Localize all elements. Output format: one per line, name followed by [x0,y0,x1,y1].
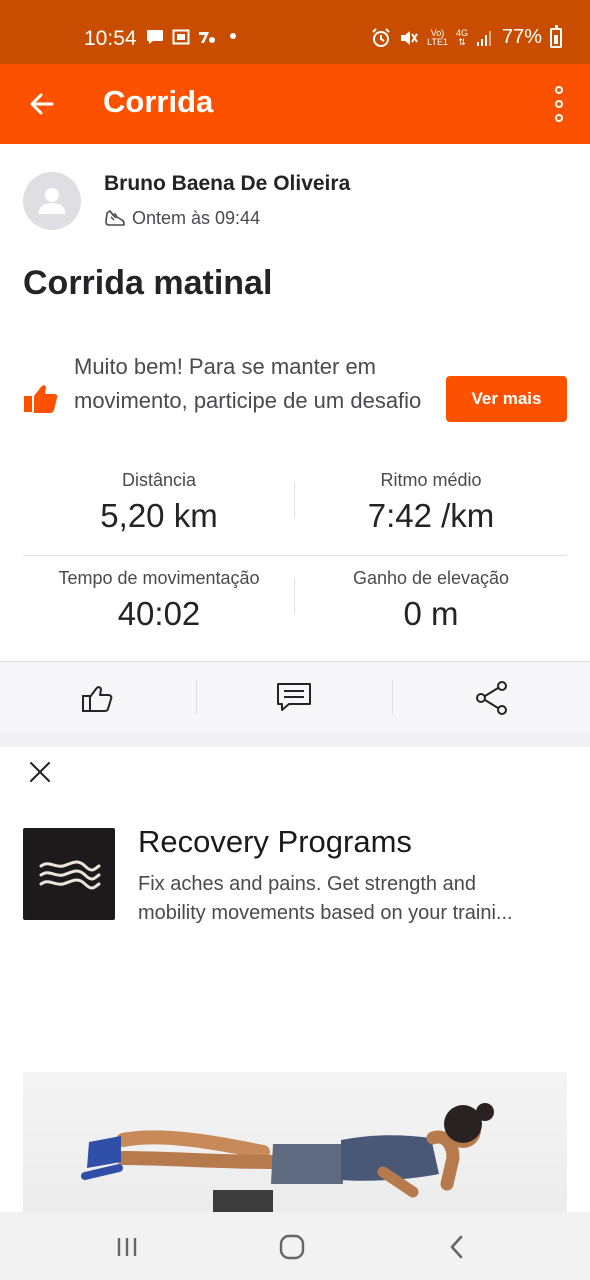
activity-stats: Distância 5,20 km Ritmo médio 7:42 /km T… [23,460,567,652]
recent-apps-button[interactable] [112,1232,142,1262]
system-back-button[interactable] [442,1232,472,1262]
activity-meta: Ontem às 09:44 [104,208,260,229]
stat-label: Ritmo médio [380,470,482,490]
thumbs-up-icon [24,385,58,413]
message-icon [147,30,163,44]
stat-label: Distância [121,470,197,490]
ad-image[interactable] [23,1072,567,1212]
signal-icon [476,30,491,46]
stat-distance: Distância 5,20 km [23,460,295,555]
ad-description: Fix aches and pains. Get strength and mo… [138,870,578,928]
thumbs-up-outline-icon [82,686,113,712]
plank-exercise-image [81,1103,494,1212]
activity-timestamp: Ontem às 09:44 [132,208,261,228]
battery-icon [550,24,562,48]
recent-apps-icon [117,1238,137,1256]
avatar[interactable] [23,172,81,230]
close-icon[interactable] [26,758,54,786]
more-notifications-dot [230,33,236,39]
ad-description-line: mobility movements based on your traini.… [138,902,513,924]
stats-row: Tempo de movimentação 40:02 Ganho de ele… [23,556,567,652]
status-time: 10:54 [84,27,137,50]
activity-actions [0,661,590,733]
activity-title: Corrida matinal [23,264,273,302]
notification-icons [146,29,216,45]
share-icon [476,681,507,715]
stat-label: Ganho de elevação [352,568,510,588]
share-button[interactable] [470,676,514,720]
calendar-icon [172,29,190,45]
see-more-button[interactable]: Ver mais [446,376,567,422]
back-arrow-icon[interactable] [22,84,62,124]
system-navigation-bar [0,1212,590,1280]
ad-title[interactable]: Recovery Programs [138,824,412,860]
home-icon [279,1234,305,1260]
volte-indicator: Vo) LTE1 [427,27,448,47]
comment-icon [277,683,311,711]
overflow-menu-icon[interactable] [552,86,566,122]
stat-value: 0 m [403,595,459,632]
stat-value: 7:42 /km [367,497,495,534]
divider [392,680,393,714]
battery-percent: 77% [501,26,542,48]
mute-icon [401,30,418,45]
athlete-name[interactable]: Bruno Baena De Oliveira [104,172,350,196]
kudos-button[interactable] [76,676,120,720]
stat-moving-time: Tempo de movimentação 40:02 [23,556,295,652]
ad-description-line: Fix aches and pains. Get strength and [138,873,476,895]
stat-value: 40:02 [117,595,201,632]
avatar-placeholder-icon [39,188,65,214]
section-separator [0,733,590,747]
running-shoe-icon [105,209,125,226]
status-bar: 10:54 Vo) LTE1 4G ⇅ 77% [0,0,590,64]
app-notification-icon [199,32,215,43]
stat-value: 5,20 km [100,497,218,534]
page-title: Corrida [103,84,214,119]
network-type-indicator: 4G ⇅ [455,27,468,47]
app-bar: Corrida [0,64,590,144]
home-button[interactable] [277,1232,307,1262]
back-chevron-icon [450,1235,463,1259]
waves-logo-icon [39,860,101,890]
comment-button[interactable] [272,676,316,720]
promo-message: Muito bem! Para se manter em movimento, … [74,354,422,413]
stats-row: Distância 5,20 km Ritmo médio 7:42 /km [23,460,567,556]
divider [196,680,197,714]
system-status-icons: Vo) LTE1 4G ⇅ 77% [371,24,562,49]
alarm-icon [372,27,390,47]
stat-avg-pace: Ritmo médio 7:42 /km [295,460,567,555]
stat-label: Tempo de movimentação [58,568,260,588]
stat-elevation-gain: Ganho de elevação 0 m [295,556,567,652]
ad-logo [23,828,115,920]
